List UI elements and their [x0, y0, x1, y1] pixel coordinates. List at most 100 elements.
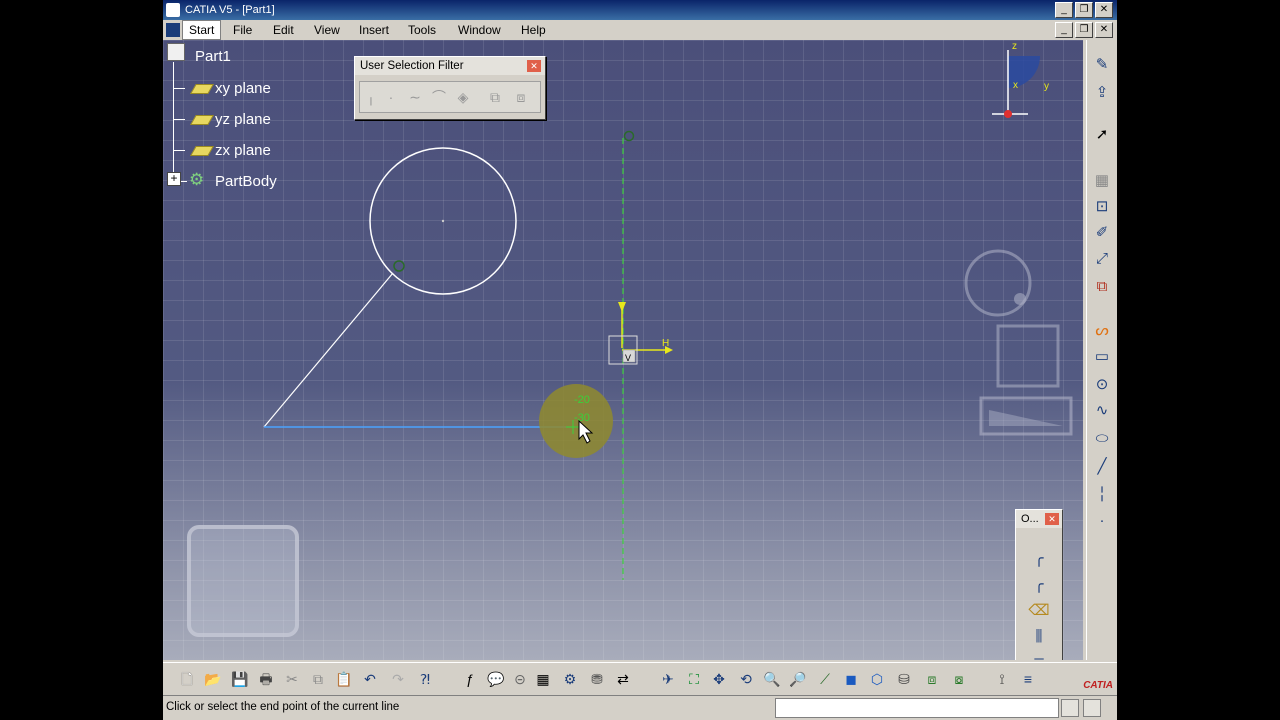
- geometrical-constraints-icon[interactable]: ⤢: [1091, 248, 1113, 270]
- mirror-icon[interactable]: ⫼: [1028, 626, 1050, 648]
- ghost-circle-shape: [964, 249, 1032, 317]
- sketch-canvas[interactable]: Part1 xy plane yz plane zx plane + ⚙ Par…: [163, 40, 1083, 660]
- measure-icon[interactable]: ⟟: [992, 669, 1012, 689]
- coordinate-readout-1: -20: [574, 394, 590, 406]
- snap-to-point-icon[interactable]: ⊡: [1091, 196, 1113, 218]
- formula-icon[interactable]: ƒ: [460, 669, 480, 689]
- operation-palette[interactable]: O... ✕ ╭ ╭ ⌫ ⫼ ≣: [1015, 509, 1063, 660]
- project-3d-icon[interactable]: ≣: [1028, 652, 1050, 660]
- doc-minimize-button[interactable]: _: [1055, 22, 1073, 38]
- dimensional-constraints-icon[interactable]: ⧉: [1091, 276, 1113, 298]
- catia-window: CATIA V5 - [Part1] _ ❐ ✕ Start File Edit…: [163, 0, 1117, 720]
- line-icon[interactable]: ╱: [1091, 456, 1113, 478]
- copy-icon[interactable]: ⧉: [308, 669, 328, 689]
- exit-workbench-icon[interactable]: ⇪: [1091, 82, 1113, 104]
- zoom-in-icon[interactable]: 🔍: [762, 669, 782, 689]
- catalog-icon[interactable]: ⛃: [587, 669, 607, 689]
- menu-file[interactable]: File: [233, 20, 252, 40]
- sketcher-icon[interactable]: ✎: [1091, 54, 1113, 76]
- trim-eraser-icon[interactable]: ⌫: [1028, 600, 1050, 622]
- quick-view-icon[interactable]: ◼: [841, 669, 861, 689]
- zoom-out-icon[interactable]: 🔎: [788, 669, 808, 689]
- coordinate-readout-2: -30: [574, 412, 590, 424]
- compass-origin: [1004, 110, 1012, 118]
- shading-icon[interactable]: ⛁: [894, 669, 914, 689]
- palette-close-button[interactable]: ✕: [1045, 513, 1059, 525]
- usf-close-button[interactable]: ✕: [527, 60, 541, 72]
- volume-filter-icon[interactable]: ◈: [454, 88, 472, 106]
- v-axis-label: V: [625, 353, 631, 363]
- construction-icon[interactable]: ✐: [1091, 222, 1113, 244]
- save-icon[interactable]: 💾: [230, 669, 250, 689]
- command-input[interactable]: [775, 698, 1059, 718]
- menu-window[interactable]: Window: [458, 20, 501, 40]
- catia-logo: CATIA: [1083, 680, 1113, 691]
- rules-icon[interactable]: ⇄: [613, 669, 633, 689]
- table-icon[interactable]: ▦: [533, 669, 553, 689]
- swap-visible-space-icon[interactable]: ⧇: [949, 669, 969, 689]
- menu-insert[interactable]: Insert: [359, 20, 389, 40]
- knowledge-icon[interactable]: ⚙: [560, 669, 580, 689]
- rotate-icon[interactable]: ⟲: [736, 669, 756, 689]
- menu-view[interactable]: View: [314, 20, 340, 40]
- axis-icon[interactable]: ╎: [1091, 484, 1113, 506]
- minimize-button[interactable]: _: [1055, 2, 1073, 18]
- curve-filter-icon[interactable]: ∼: [406, 88, 424, 106]
- pan-icon[interactable]: ✥: [709, 669, 729, 689]
- geometry-filter-icon[interactable]: ⧈: [512, 88, 530, 106]
- feature-filter-icon[interactable]: ⧉: [486, 88, 504, 106]
- circle-center-point: [441, 219, 445, 223]
- new-file-icon[interactable]: 🗋: [177, 669, 197, 689]
- point-dot-filter-icon[interactable]: ·: [382, 88, 400, 106]
- status-button-2[interactable]: [1083, 699, 1101, 717]
- point-icon[interactable]: ·: [1091, 510, 1113, 532]
- properties-icon[interactable]: ≡: [1018, 669, 1038, 689]
- doc-restore-button[interactable]: ❐: [1075, 22, 1093, 38]
- compass-y-label: y: [1044, 81, 1049, 92]
- undo-icon[interactable]: ↶: [360, 669, 380, 689]
- spline-icon[interactable]: ∿: [1091, 400, 1113, 422]
- right-toolbar: ✎ ⇪ ➚ ▦ ⊡ ✐ ⤢ ⧉ ᔕ ▭ ⊙ ∿ ⬭ ╱ ╎ ·: [1086, 40, 1117, 660]
- title-bar[interactable]: CATIA V5 - [Part1] _ ❐ ✕: [163, 0, 1117, 20]
- isometric-view-icon[interactable]: ⬡: [867, 669, 887, 689]
- ghost-circle-dot: [1014, 293, 1026, 305]
- select-arrow-icon[interactable]: ➚: [1091, 124, 1113, 146]
- point-filter-icon[interactable]: ╷: [362, 88, 380, 106]
- whats-this-icon[interactable]: ⁈: [415, 669, 435, 689]
- h-axis-label: H: [662, 338, 669, 349]
- catia-watermark-box: [187, 525, 299, 637]
- grid-icon[interactable]: ▦: [1091, 170, 1113, 192]
- circle-icon[interactable]: ⊙: [1091, 374, 1113, 396]
- ellipse-icon[interactable]: ⬭: [1091, 428, 1113, 450]
- hide-show-icon[interactable]: ⧈: [922, 669, 942, 689]
- surface-filter-icon[interactable]: ⌒: [430, 88, 448, 106]
- fly-mode-icon[interactable]: ✈: [658, 669, 678, 689]
- corner-icon[interactable]: ╭: [1028, 548, 1050, 570]
- compass-z-label: z: [1012, 41, 1017, 52]
- close-button[interactable]: ✕: [1095, 2, 1113, 18]
- bottom-toolbar: 🗋 📂 💾 🖶 ✂ ⧉ 📋 ↶ ↷ ⁈ ƒ 💬 ⊝ ▦ ⚙ ⛃ ⇄ ✈ ⛶ ✥ …: [163, 662, 1117, 695]
- compass-x-label: x: [1013, 80, 1018, 91]
- profile-icon[interactable]: ᔕ: [1091, 320, 1113, 342]
- redo-icon[interactable]: ↷: [388, 669, 408, 689]
- chamfer-icon[interactable]: ╭: [1028, 574, 1050, 596]
- menu-help[interactable]: Help: [521, 20, 546, 40]
- restore-button[interactable]: ❐: [1075, 2, 1093, 18]
- user-selection-filter-toolbar[interactable]: User Selection Filter ✕ ╷ · ∼ ⌒ ◈ ⧉ ⧈: [354, 56, 546, 120]
- comment-icon[interactable]: 💬: [486, 669, 506, 689]
- doc-close-button[interactable]: ✕: [1095, 22, 1113, 38]
- menu-start[interactable]: Start: [182, 20, 222, 40]
- cut-icon[interactable]: ✂: [282, 669, 302, 689]
- ghost-square-shape: [996, 324, 1060, 388]
- menu-tools[interactable]: Tools: [408, 20, 436, 40]
- normal-view-icon[interactable]: ⟋: [815, 669, 835, 689]
- open-folder-icon[interactable]: 📂: [203, 669, 223, 689]
- v-axis-arrow: [618, 302, 626, 312]
- lock-icon[interactable]: ⊝: [510, 669, 530, 689]
- fit-all-icon[interactable]: ⛶: [684, 669, 704, 689]
- status-button-1[interactable]: [1061, 699, 1079, 717]
- rectangle-icon[interactable]: ▭: [1091, 346, 1113, 368]
- print-icon[interactable]: 🖶: [256, 669, 276, 689]
- paste-icon[interactable]: 📋: [334, 669, 354, 689]
- menu-edit[interactable]: Edit: [273, 20, 294, 40]
